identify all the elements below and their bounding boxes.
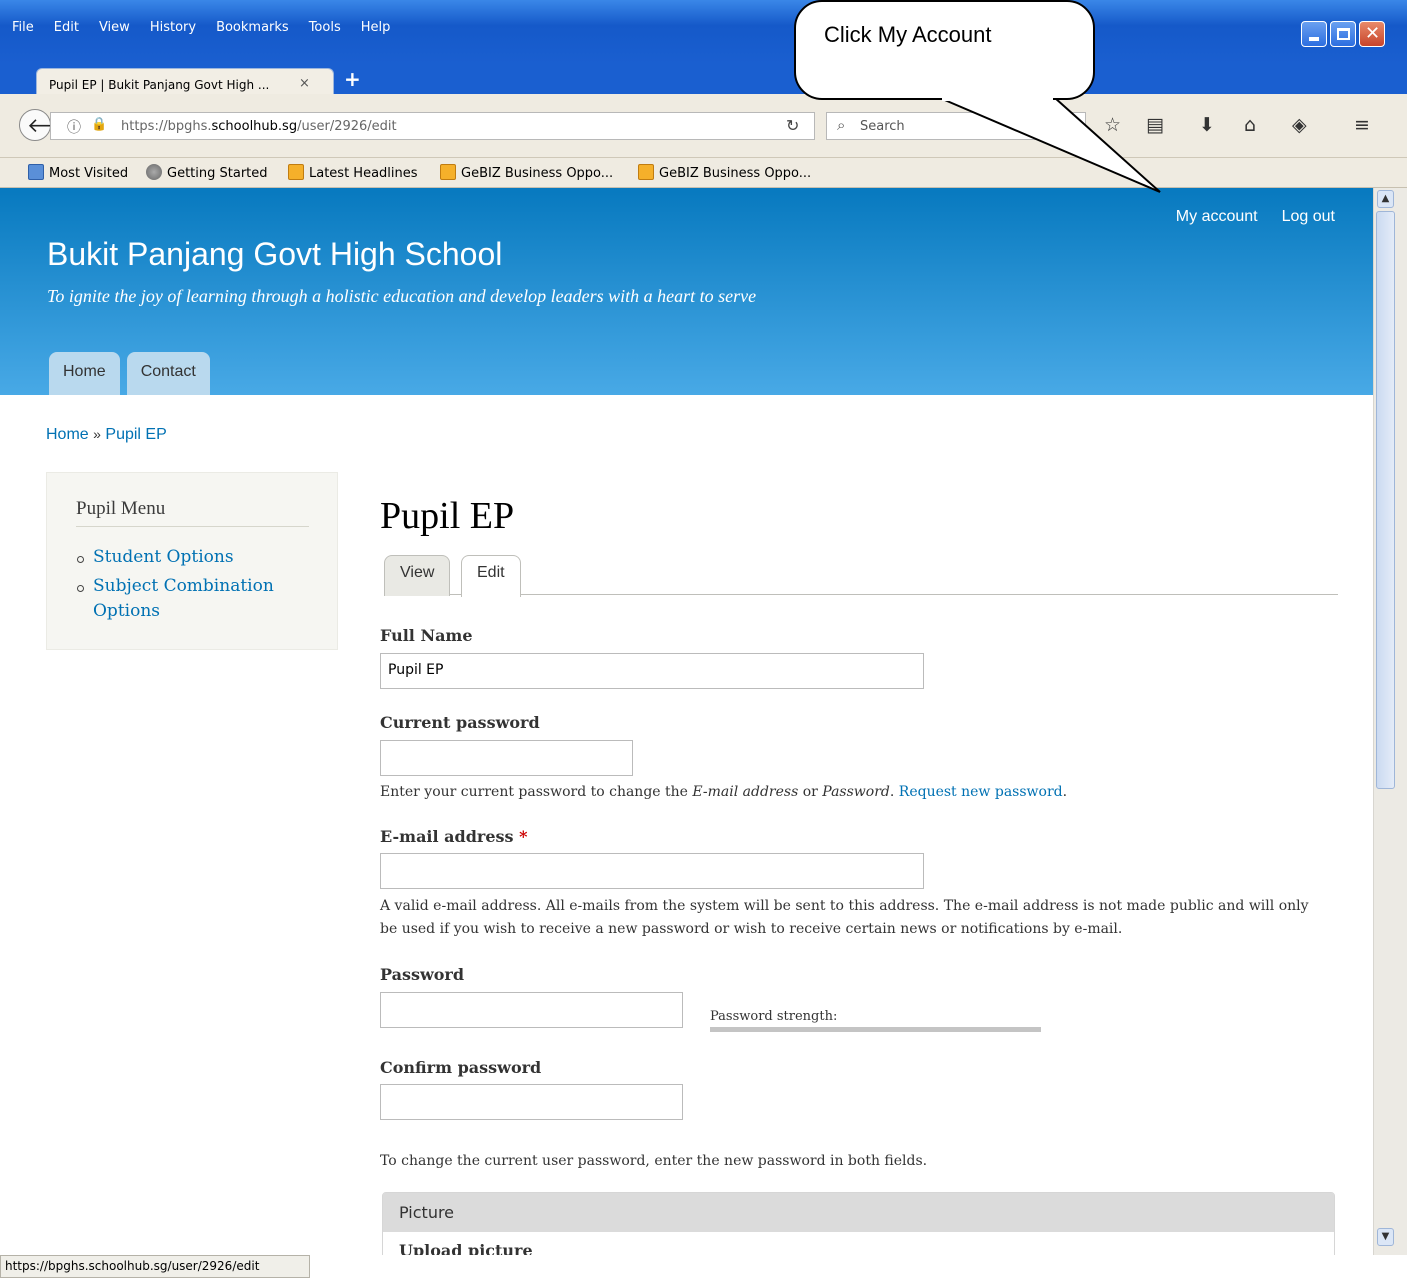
sidebar-item-subject-combination-options[interactable]: Subject Combination Options [77, 574, 317, 624]
sidebar-item-student-options[interactable]: Student Options [77, 545, 317, 570]
pupil-menu-block: Pupil Menu Student Options Subject Combi… [46, 472, 338, 650]
search-input[interactable]: ⌕ Search [826, 112, 1086, 140]
browser-tab-title: Pupil EP | Bukit Panjang Govt High ... [49, 78, 270, 92]
my-account-link[interactable]: My account [1176, 208, 1258, 226]
info-icon[interactable]: ⓘ [67, 117, 81, 137]
download-icon[interactable]: ⬇ [1199, 114, 1215, 136]
vertical-scrollbar[interactable]: ▲ ▼ [1373, 188, 1407, 1255]
confirm-password-input[interactable] [380, 1084, 683, 1120]
main-menu: Home Contact [49, 352, 210, 395]
menu-view[interactable]: View [99, 20, 130, 35]
tab-strip: Pupil EP | Bukit Panjang Govt High ... ×… [0, 64, 1407, 98]
log-out-link[interactable]: Log out [1282, 208, 1335, 226]
pupil-menu-list: Student Options Subject Combination Opti… [77, 545, 317, 628]
reload-icon[interactable]: ↻ [786, 116, 799, 135]
bookmark-star-icon[interactable]: ☆ [1104, 114, 1121, 136]
lock-icon[interactable]: 🔒 [91, 117, 107, 132]
callout-annotation: Click My Account [794, 0, 1095, 100]
close-window-button[interactable]: ✕ [1359, 21, 1385, 47]
full-name-input[interactable]: Pupil EP [380, 653, 924, 689]
breadcrumb-separator: » [93, 426, 101, 442]
tab-view[interactable]: View [384, 555, 451, 596]
scroll-up-icon[interactable]: ▲ [1377, 190, 1394, 208]
pupil-menu-title: Pupil Menu [76, 498, 166, 519]
breadcrumb-current[interactable]: Pupil EP [105, 426, 166, 443]
menu-bookmarks[interactable]: Bookmarks [216, 20, 289, 35]
main-menu-contact[interactable]: Contact [126, 352, 210, 395]
bookmark-most-visited[interactable]: Most Visited [28, 164, 128, 181]
current-password-label: Current password [380, 713, 540, 732]
search-icon: ⌕ [837, 116, 846, 134]
secondary-menu: My account Log out [1176, 208, 1335, 226]
browser-title-bar: File Edit View History Bookmarks Tools H… [0, 0, 1407, 64]
email-input[interactable] [380, 853, 924, 889]
breadcrumb: Home » Pupil EP [46, 426, 167, 444]
bookmark-gebiz-1[interactable]: GeBIZ Business Oppo... [440, 164, 613, 181]
maximize-button[interactable] [1330, 21, 1356, 47]
bookmarks-toolbar: Most Visited Getting Started Latest Head… [0, 158, 1407, 188]
home-icon[interactable]: ⌂ [1244, 114, 1256, 136]
search-placeholder: Search [860, 119, 905, 134]
picture-legend[interactable]: Picture [383, 1193, 1334, 1232]
pocket-icon[interactable]: ◈ [1292, 114, 1307, 136]
page-title: Pupil EP [380, 495, 515, 537]
bookmark-getting-started[interactable]: Getting Started [146, 164, 268, 181]
rss-icon [288, 164, 304, 180]
most-visited-icon [28, 164, 44, 180]
hamburger-menu-icon[interactable]: ≡ [1354, 114, 1370, 136]
password-input[interactable] [380, 992, 683, 1028]
current-password-description: Enter your current password to change th… [380, 784, 1068, 800]
globe-icon [146, 164, 162, 180]
password-description: To change the current user password, ent… [380, 1153, 928, 1169]
email-label: E-mail address * [380, 827, 528, 846]
divider [76, 526, 309, 527]
scroll-down-icon[interactable]: ▼ [1377, 1228, 1394, 1246]
url-text: https://bpghs.schoolhub.sg/user/2926/edi… [121, 119, 397, 134]
required-marker: * [519, 827, 528, 846]
maximize-icon [1337, 28, 1350, 40]
tab-edit[interactable]: Edit [461, 555, 521, 597]
minimize-icon [1309, 37, 1319, 41]
site-slogan: To ignite the joy of learning through a … [47, 286, 757, 306]
request-new-password-link[interactable]: Request new password [899, 784, 1063, 800]
local-tasks-tabs: View Edit [384, 555, 1338, 597]
browser-menu-bar: File Edit View History Bookmarks Tools H… [12, 20, 410, 35]
bookmark-gebiz-2[interactable]: GeBIZ Business Oppo... [638, 164, 811, 181]
minimize-button[interactable] [1301, 21, 1327, 47]
close-icon: ✕ [1365, 23, 1381, 44]
full-name-label: Full Name [380, 626, 473, 645]
upload-picture-label: Upload picture [399, 1241, 533, 1255]
status-bar: https://bpghs.schoolhub.sg/user/2926/edi… [0, 1255, 310, 1278]
menu-help[interactable]: Help [361, 20, 391, 35]
current-password-input[interactable] [380, 740, 633, 776]
menu-history[interactable]: History [150, 20, 196, 35]
back-button[interactable]: 🡐 [19, 109, 81, 141]
page-viewport: My account Log out Bukit Panjang Govt Hi… [0, 188, 1373, 1255]
picture-fieldset: Picture Upload picture [382, 1192, 1335, 1255]
password-strength-bar [710, 1027, 1041, 1032]
reading-list-icon[interactable]: ▤ [1146, 114, 1164, 136]
menu-tools[interactable]: Tools [309, 20, 341, 35]
site-header: My account Log out Bukit Panjang Govt Hi… [0, 188, 1373, 395]
password-label: Password [380, 965, 465, 984]
password-strength-label: Password strength: [710, 1009, 838, 1024]
url-bar[interactable]: ⓘ 🔒 https://bpghs.schoolhub.sg/user/2926… [50, 112, 815, 140]
navigation-toolbar: 🡐 ⓘ 🔒 https://bpghs.schoolhub.sg/user/29… [0, 94, 1407, 158]
menu-edit[interactable]: Edit [54, 20, 79, 35]
bookmark-latest-headlines[interactable]: Latest Headlines [288, 164, 418, 181]
rss-icon [440, 164, 456, 180]
new-tab-button[interactable]: + [344, 67, 361, 91]
menu-file[interactable]: File [12, 20, 34, 35]
tab-close-icon[interactable]: × [299, 76, 310, 91]
rss-icon [638, 164, 654, 180]
confirm-password-label: Confirm password [380, 1058, 542, 1077]
email-description: A valid e-mail address. All e-mails from… [380, 898, 1309, 937]
main-menu-home[interactable]: Home [49, 352, 120, 395]
scrollbar-thumb[interactable] [1376, 211, 1395, 789]
site-name[interactable]: Bukit Panjang Govt High School [47, 236, 502, 273]
breadcrumb-home[interactable]: Home [46, 426, 89, 443]
